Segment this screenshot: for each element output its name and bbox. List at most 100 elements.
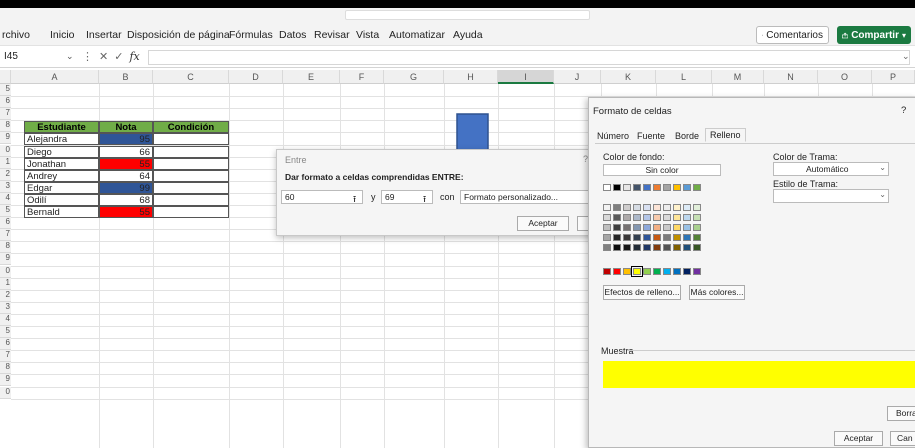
condition-cell[interactable] xyxy=(153,133,229,146)
column-header-m[interactable]: M xyxy=(712,70,764,84)
row-header[interactable]: 5 xyxy=(0,326,11,339)
color-swatch[interactable] xyxy=(623,214,631,221)
column-header-h[interactable]: H xyxy=(444,70,498,84)
tab-borde[interactable]: Borde xyxy=(675,131,699,141)
condition-cell[interactable] xyxy=(153,193,229,206)
color-swatch[interactable] xyxy=(663,184,671,191)
condition-cell[interactable] xyxy=(153,169,229,182)
menu-insertar[interactable]: Insertar xyxy=(86,29,122,41)
color-swatch[interactable] xyxy=(613,214,621,221)
row-header[interactable]: 3 xyxy=(0,180,11,193)
color-swatch[interactable] xyxy=(673,204,681,211)
condition-cell[interactable] xyxy=(153,157,229,170)
color-swatch[interactable] xyxy=(693,184,701,191)
row-header[interactable]: 0 xyxy=(0,265,11,278)
grade-cell[interactable]: 64 xyxy=(99,169,153,182)
grade-cell[interactable]: 55 xyxy=(99,157,153,170)
pattern-color-select[interactable]: Automático ⌄ xyxy=(773,162,889,176)
color-swatch[interactable] xyxy=(643,184,651,191)
color-swatch[interactable] xyxy=(623,224,631,231)
color-swatch[interactable] xyxy=(603,214,611,221)
cancel-button[interactable]: Can xyxy=(890,431,915,446)
cancel-icon[interactable]: ✕ xyxy=(99,50,108,63)
column-header-c[interactable]: C xyxy=(153,70,229,84)
row-header[interactable]: 5 xyxy=(0,205,11,218)
color-swatch[interactable] xyxy=(603,244,611,251)
color-swatch[interactable] xyxy=(643,204,651,211)
row-header[interactable]: 9 xyxy=(0,253,11,266)
chevron-down-icon[interactable]: ▾ xyxy=(902,31,906,40)
color-swatch[interactable] xyxy=(633,234,641,241)
column-header-a[interactable]: A xyxy=(11,70,99,84)
menu-archivo[interactable]: rchivo xyxy=(2,29,30,41)
pattern-style-select[interactable]: ⌄ xyxy=(773,189,889,203)
row-header[interactable]: 7 xyxy=(0,229,11,242)
color-swatch[interactable] xyxy=(683,268,691,275)
color-swatch[interactable] xyxy=(683,244,691,251)
color-swatch[interactable] xyxy=(663,268,671,275)
column-header-d[interactable]: D xyxy=(229,70,283,84)
row-header[interactable]: 4 xyxy=(0,313,11,326)
color-swatch[interactable] xyxy=(663,204,671,211)
column-header-k[interactable]: K xyxy=(601,70,656,84)
column-header-p[interactable]: P xyxy=(872,70,915,84)
fx-icon[interactable]: fx xyxy=(129,50,139,63)
expand-icon[interactable]: ⌄ xyxy=(902,51,910,62)
color-swatch[interactable] xyxy=(653,244,661,251)
student-name-cell[interactable]: Bernald xyxy=(24,206,99,218)
color-swatch[interactable] xyxy=(683,234,691,241)
row-header[interactable]: 9 xyxy=(0,374,11,387)
select-all-corner[interactable] xyxy=(0,70,11,84)
row-header[interactable]: 7 xyxy=(0,350,11,363)
column-header-o[interactable]: O xyxy=(818,70,872,84)
color-swatch[interactable] xyxy=(603,224,611,231)
help-icon[interactable]: ? xyxy=(901,105,906,116)
student-name-cell[interactable]: Odilí xyxy=(24,193,99,206)
row-header[interactable]: 1 xyxy=(0,156,11,169)
color-swatch[interactable] xyxy=(693,224,701,231)
color-swatch[interactable] xyxy=(643,224,651,231)
color-swatch[interactable] xyxy=(683,214,691,221)
grade-cell[interactable]: 55 xyxy=(99,206,153,218)
color-swatch[interactable] xyxy=(631,266,643,277)
chevron-down-icon[interactable]: ⌄ xyxy=(66,51,74,62)
menu-vista[interactable]: Vista xyxy=(356,29,379,41)
column-header-e[interactable]: E xyxy=(283,70,340,84)
search-box[interactable] xyxy=(345,10,590,20)
column-header-b[interactable]: B xyxy=(99,70,153,84)
color-swatch[interactable] xyxy=(663,214,671,221)
name-box[interactable]: I45 ⌄ xyxy=(0,50,78,65)
color-swatch[interactable] xyxy=(673,268,681,275)
student-name-cell[interactable]: Jonathan xyxy=(24,157,99,170)
color-swatch[interactable] xyxy=(693,214,701,221)
row-header[interactable]: 6 xyxy=(0,338,11,351)
student-name-cell[interactable]: Edgar xyxy=(24,181,99,194)
color-swatch[interactable] xyxy=(613,234,621,241)
color-swatch[interactable] xyxy=(603,204,611,211)
menu-datos[interactable]: Datos xyxy=(279,29,306,41)
color-swatch[interactable] xyxy=(673,244,681,251)
color-swatch[interactable] xyxy=(683,204,691,211)
formula-input[interactable] xyxy=(148,50,910,65)
row-header[interactable]: 7 xyxy=(0,108,11,121)
condition-cell[interactable] xyxy=(153,181,229,194)
share-button[interactable]: Compartir ▾ xyxy=(837,26,911,44)
color-swatch[interactable] xyxy=(653,224,661,231)
color-swatch[interactable] xyxy=(643,268,651,275)
color-swatch[interactable] xyxy=(603,234,611,241)
menu-revisar[interactable]: Revisar xyxy=(314,29,350,41)
row-header[interactable]: 1 xyxy=(0,277,11,290)
tab-relleno[interactable]: Relleno xyxy=(705,128,746,142)
menu-inicio[interactable]: Inicio xyxy=(50,29,75,41)
row-header[interactable]: 9 xyxy=(0,132,11,145)
color-swatch[interactable] xyxy=(613,268,621,275)
row-header[interactable]: 5 xyxy=(0,84,11,97)
color-swatch[interactable] xyxy=(693,234,701,241)
color-swatch[interactable] xyxy=(613,244,621,251)
color-swatch[interactable] xyxy=(623,184,631,191)
color-swatch[interactable] xyxy=(623,234,631,241)
row-header[interactable]: 8 xyxy=(0,241,11,254)
grade-cell[interactable]: 95 xyxy=(99,133,153,146)
student-name-cell[interactable]: Andrey xyxy=(24,169,99,182)
grade-cell[interactable]: 66 xyxy=(99,145,153,158)
